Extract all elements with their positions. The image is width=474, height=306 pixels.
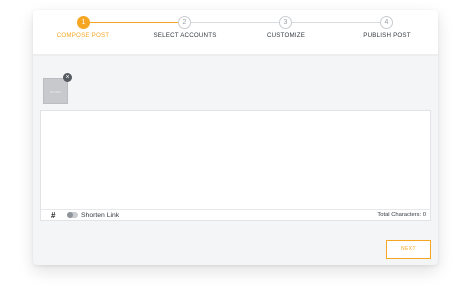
step-connector-1: [90, 22, 178, 23]
shorten-link-toggle[interactable]: [67, 212, 78, 218]
step-2-circle[interactable]: 2: [178, 16, 191, 29]
step-3-circle[interactable]: 3: [279, 16, 292, 29]
next-button[interactable]: NEXT: [386, 240, 431, 259]
post-text-editor[interactable]: [40, 110, 431, 220]
compose-post-card: 1 COMPOSE POST 2 SELECT ACCOUNTS 3 CUSTO…: [33, 10, 438, 265]
step-4-label[interactable]: PUBLISH POST: [342, 32, 432, 39]
shorten-link-label: Shorten Link: [81, 212, 120, 219]
hashtag-icon[interactable]: #: [51, 210, 55, 221]
editor-footer: # Shorten Link Total Characters: 0: [40, 209, 431, 221]
total-characters-counter: Total Characters: 0: [377, 212, 426, 218]
step-4-circle[interactable]: 4: [380, 16, 393, 29]
step-3-label[interactable]: CUSTOMIZE: [241, 32, 331, 39]
step-connector-2: [191, 22, 279, 23]
toggle-knob: [67, 212, 73, 218]
step-1-label[interactable]: COMPOSE POST: [38, 32, 128, 39]
media-thumbnail[interactable]: NO IMG: [43, 78, 68, 104]
remove-media-icon[interactable]: ×: [63, 73, 72, 82]
step-1-circle[interactable]: 1: [77, 16, 90, 29]
step-2-label[interactable]: SELECT ACCOUNTS: [140, 32, 230, 39]
step-connector-3: [292, 22, 380, 23]
progress-stepper: 1 COMPOSE POST 2 SELECT ACCOUNTS 3 CUSTO…: [33, 10, 438, 56]
